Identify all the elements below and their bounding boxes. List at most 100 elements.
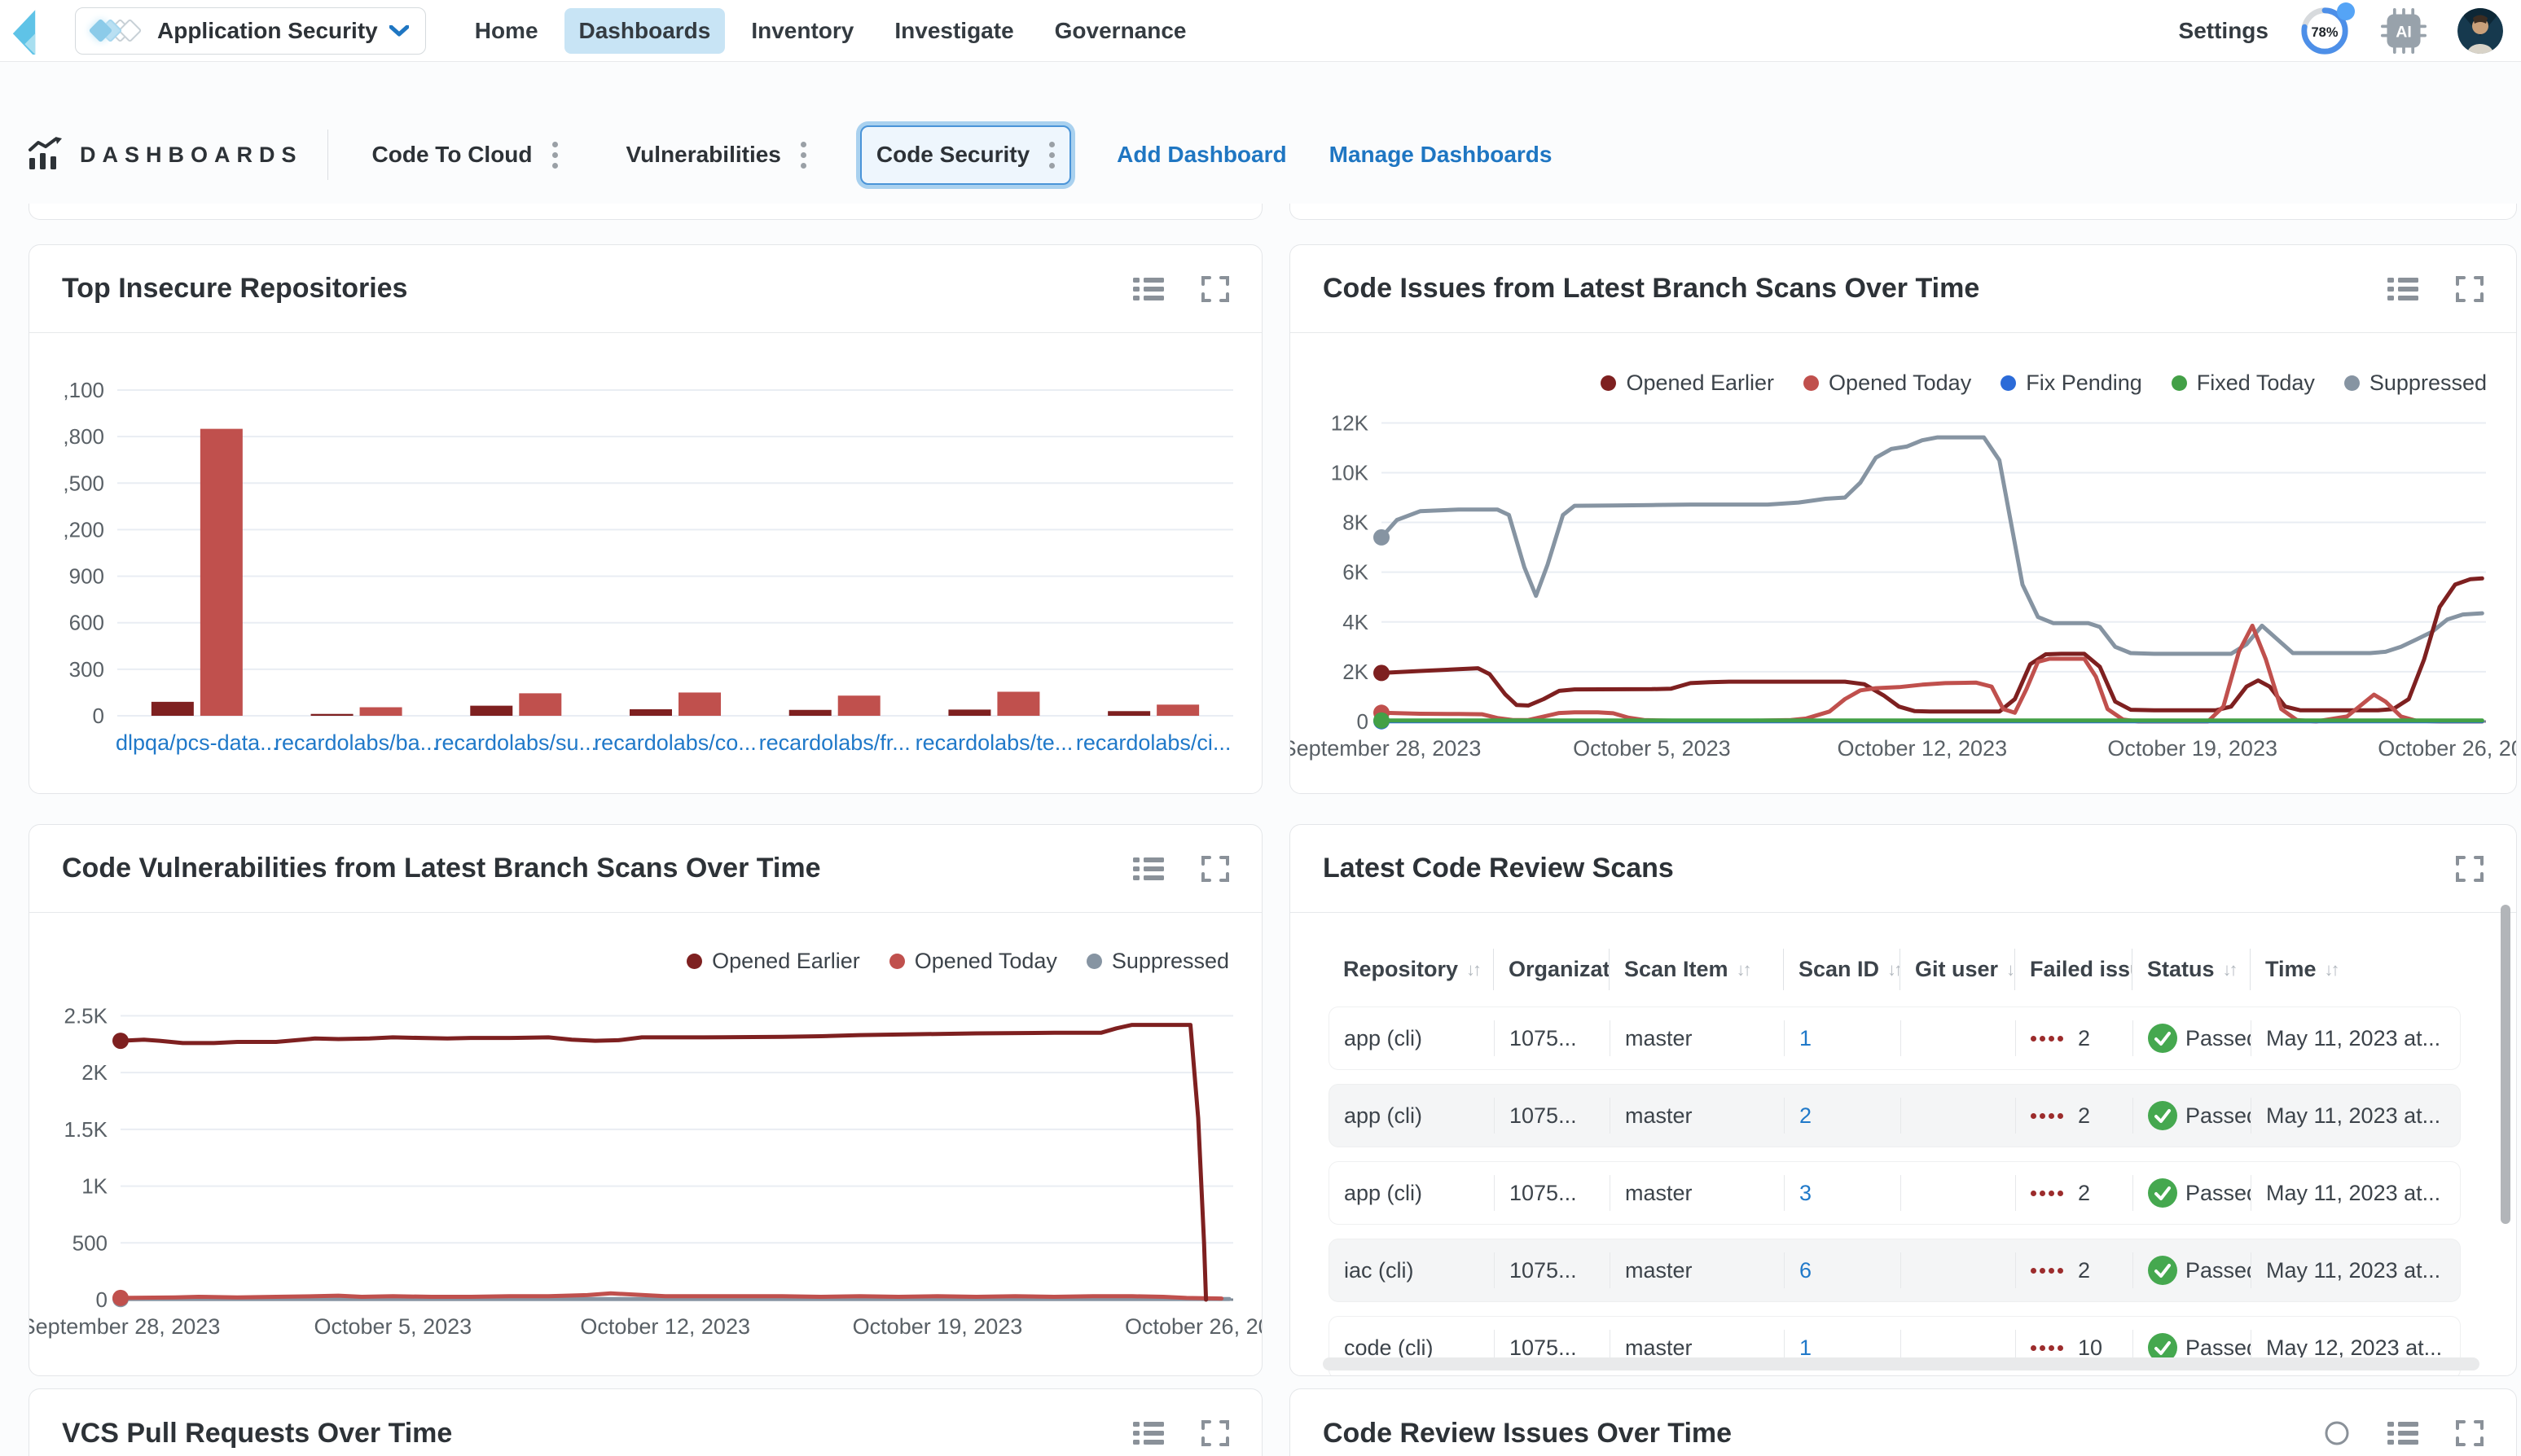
divider [327,129,328,180]
app-switcher-label: Application Security [157,18,378,44]
column-header-status[interactable]: Status↓↑ [2132,945,2251,993]
bar-opened-today[interactable] [997,691,1039,716]
bar-category-label[interactable]: recardolabs/co... [594,730,757,755]
dashboard-tab-code-to-cloud[interactable]: Code To Cloud [358,127,573,183]
top-nav: Application Security HomeDashboardsInven… [0,0,2521,62]
dashboards-icon [26,137,62,173]
column-header-scan-id[interactable]: Scan ID↓↑ [1784,945,1900,993]
list-view-icon[interactable] [2387,276,2418,302]
failed-issues-count: 10 [2078,1335,2102,1361]
column-header-failed-issu[interactable]: Failed issu↓↑ [2015,945,2132,993]
user-avatar[interactable] [2457,8,2503,54]
cell-git-user [1901,1239,2016,1301]
sort-icon[interactable]: ↓↑ [1466,959,1479,980]
nav-item-inventory[interactable]: Inventory [736,8,868,54]
sort-icon[interactable]: ↓↑ [2223,959,2236,980]
scrolled-panel-bottom [1289,204,2517,220]
usage-gauge[interactable]: 78% [2299,6,2350,56]
expand-icon[interactable] [1201,855,1229,883]
bar-opened-today[interactable] [679,692,721,716]
loading-circle-icon [2324,1420,2350,1446]
settings-link[interactable]: Settings [2179,18,2268,44]
cell-repository: iac (cli) [1329,1239,1495,1301]
expand-icon[interactable] [2456,855,2484,883]
bar-category-label[interactable]: recardolabs/ci... [1076,730,1232,755]
table-row[interactable]: iac (cli)1075...master62PassedMay 11, 20… [1329,1239,2461,1302]
bar-category-label[interactable]: dlpqa/pcs-data... [116,730,279,755]
bar-opened-earlier[interactable] [630,709,672,716]
column-header-scan-item[interactable]: Scan Item↓↑ [1610,945,1784,993]
nav-item-investigate[interactable]: Investigate [880,8,1028,54]
sort-icon[interactable]: ↓↑ [2006,959,2015,980]
sort-icon[interactable]: ↓↑ [1737,959,1750,980]
expand-icon[interactable] [1201,1419,1229,1447]
bar-opened-today[interactable] [360,708,402,716]
ai-chip-icon[interactable]: AI [2381,8,2427,54]
x-tick-label: October 26, 2023 [1125,1314,1263,1339]
expand-icon[interactable] [1201,275,1229,303]
table-body: app (cli)1075...master12PassedMay 11, 20… [1329,1006,2461,1376]
cell-time: May 11, 2023 at... [2251,1239,2453,1301]
table-row[interactable]: app (cli)1075...master32PassedMay 11, 20… [1329,1161,2461,1225]
bar-opened-earlier[interactable] [1108,711,1150,716]
table-row[interactable]: app (cli)1075...master12PassedMay 11, 20… [1329,1006,2461,1070]
bar-opened-today[interactable] [200,429,243,716]
nav-item-dashboards[interactable]: Dashboards [564,8,726,54]
table-row[interactable]: app (cli)1075...master22PassedMay 11, 20… [1329,1084,2461,1147]
list-view-icon[interactable] [1133,276,1164,302]
add-dashboard-link[interactable]: Add Dashboard [1117,142,1286,168]
panel-top-insecure-repositories: Top Insecure Repositories 0300600900,200… [29,244,1263,794]
horizontal-scrollbar[interactable] [1323,1357,2479,1370]
panel-header: Code Review Issues Over Time [1290,1389,2516,1456]
bar-opened-today[interactable] [838,695,881,716]
bar-opened-earlier[interactable] [470,706,512,716]
column-header-organizat[interactable]: Organizat↓↑ [1494,945,1610,993]
status-value: Passed [2185,1181,2251,1206]
dashboard-tab-code-security[interactable]: Code Security [860,125,1071,185]
scan-id-link[interactable]: 6 [1799,1258,1812,1283]
y-tick-label: 2.5K [64,1003,108,1028]
scan-id-link[interactable]: 1 [1799,1026,1812,1051]
bar-opened-earlier[interactable] [311,714,354,716]
manage-dashboards-link[interactable]: Manage Dashboards [1329,142,1553,168]
y-tick-label: 6K [1342,560,1368,585]
app-switcher[interactable]: Application Security [75,7,426,55]
list-view-icon[interactable] [1133,856,1164,882]
vertical-scrollbar[interactable] [2501,905,2510,1224]
column-header-time[interactable]: Time↓↑ [2251,945,2453,993]
sort-icon[interactable]: ↓↑ [1887,959,1900,980]
organization-value: 1075... [1509,1181,1577,1206]
y-tick-label: 12K [1331,410,1369,435]
bar-opened-earlier[interactable] [789,710,832,716]
bar-category-label[interactable]: recardolabs/ba... [274,730,438,755]
bar-opened-today[interactable] [1157,704,1199,716]
scan-id-link[interactable]: 3 [1799,1181,1812,1206]
bar-category-label[interactable]: recardolabs/su... [434,730,597,755]
bar-category-label[interactable]: recardolabs/fr... [759,730,911,755]
kebab-menu-icon[interactable] [1043,138,1061,172]
column-header-git-user[interactable]: Git user↓↑ [1900,945,2015,993]
list-view-icon[interactable] [1133,1420,1164,1446]
nav-item-home[interactable]: Home [460,8,553,54]
kebab-menu-icon[interactable] [794,138,813,172]
bar-category-label[interactable]: recardolabs/te... [916,730,1074,755]
column-header-repository[interactable]: Repository↓↑ [1329,945,1494,993]
bar-opened-earlier[interactable] [152,702,194,716]
scan-id-link[interactable]: 1 [1799,1335,1812,1361]
column-header-label: Organizat [1509,957,1610,982]
kebab-menu-icon[interactable] [546,138,564,172]
scan-id-link[interactable]: 2 [1799,1103,1812,1129]
y-tick-label: 0 [1357,709,1368,734]
bar-opened-earlier[interactable] [948,709,990,716]
series-start-marker [112,1290,129,1306]
prisma-cloud-logo-icon[interactable] [11,7,54,55]
expand-icon[interactable] [2456,1419,2484,1447]
dashboard-tab-vulnerabilities[interactable]: Vulnerabilities [612,127,821,183]
cell-scan-id: 3 [1785,1162,1901,1224]
bar-opened-today[interactable] [519,693,561,716]
expand-icon[interactable] [2456,275,2484,303]
list-view-icon[interactable] [2387,1420,2418,1446]
nav-item-governance[interactable]: Governance [1040,8,1201,54]
status-value: Passed [2185,1103,2251,1129]
sort-icon[interactable]: ↓↑ [2325,959,2338,980]
